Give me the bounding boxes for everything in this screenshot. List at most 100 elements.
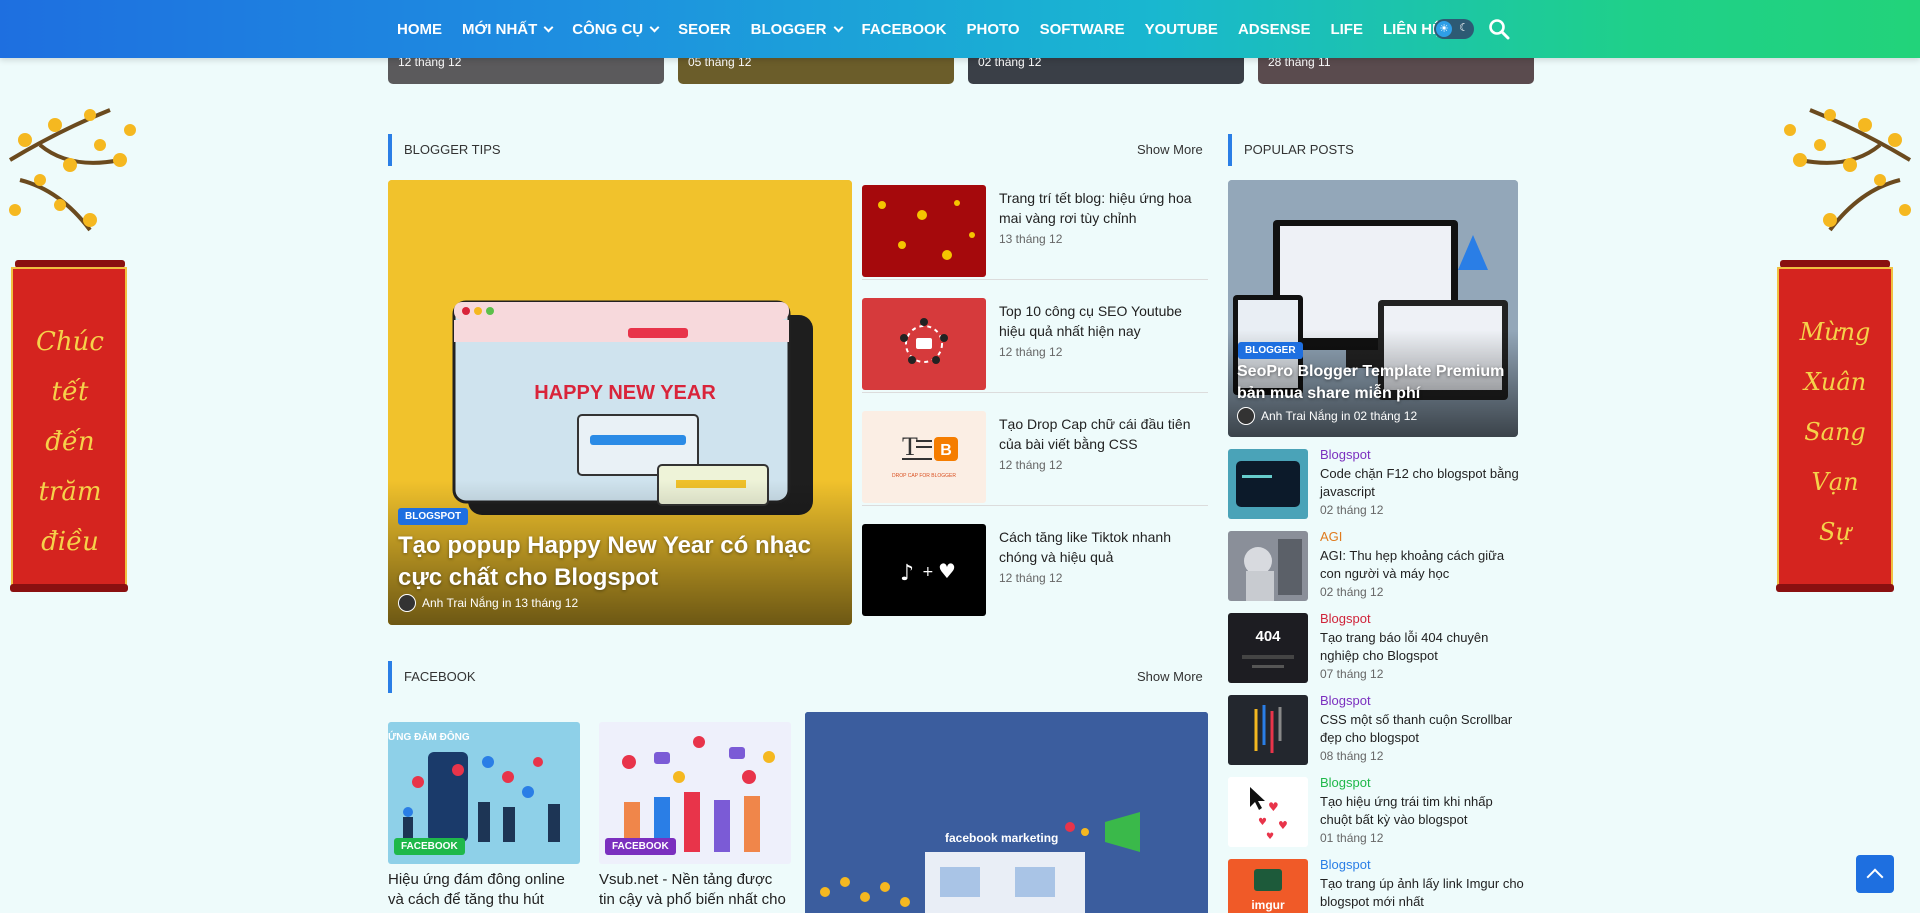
list-item[interactable]: Top 10 công cụ SEO Youtube hiệu quả nhất…	[862, 293, 1208, 393]
post-date: 01 tháng 12	[1320, 831, 1384, 845]
show-more-link[interactable]: Show More	[1137, 669, 1203, 684]
back-to-top-button[interactable]	[1856, 855, 1894, 893]
list-item[interactable]: Trang trí tết blog: hiệu ứng hoa mai vàn…	[862, 180, 1208, 280]
left-tet-banner: Chúc tết đến trăm điều	[8, 108, 136, 592]
section-heading: BLOGGER TIPS	[404, 142, 501, 157]
nav-software[interactable]: SOFTWARE	[1040, 21, 1125, 38]
post-category[interactable]: AGI	[1320, 529, 1342, 544]
theme-toggle[interactable]: ☀ ☾	[1434, 19, 1474, 39]
popular-item[interactable]: AGI AGI: Thu hẹp khoảng cách giữa con ng…	[1228, 529, 1528, 609]
post-in-label: in	[1341, 409, 1351, 423]
post-title[interactable]: CSS một số thanh cuộn Scrollbar đẹp cho …	[1320, 711, 1525, 747]
category-badge[interactable]: FACEBOOK	[394, 838, 465, 855]
svg-text:điều: điều	[41, 527, 99, 557]
category-badge[interactable]: FACEBOOK	[605, 838, 676, 855]
svg-text:trăm: trăm	[38, 477, 101, 507]
post-category[interactable]: Blogspot	[1320, 447, 1371, 462]
post-thumbnail	[1228, 695, 1308, 765]
featured-post-card[interactable]: HAPPY NEW YEAR BLOGSPOT Tạo popup Happy …	[388, 180, 852, 625]
post-title[interactable]: Top 10 công cụ SEO Youtube hiệu quả nhất…	[999, 301, 1209, 341]
nav-photo[interactable]: PHOTO	[967, 21, 1020, 38]
post-date: 07 tháng 12	[1320, 667, 1384, 681]
post-thumbnail	[862, 185, 986, 277]
post-title[interactable]: Tạo trang úp ảnh lấy link Imgur cho blog…	[1320, 875, 1525, 911]
nav-label: HOME	[397, 20, 442, 38]
top-navbar: HOME MỚI NHẤT CÔNG CỤ SEOER BLOGGER FACE…	[0, 0, 1920, 58]
post-thumbnail	[862, 298, 986, 390]
post-title[interactable]: Cách tăng like Tiktok nhanh chóng và hiệ…	[999, 527, 1209, 567]
popular-item[interactable]: 404 Blogspot Tạo trang báo lỗi 404 chuyê…	[1228, 611, 1528, 691]
list-item[interactable]: T B DROP CAP FOR BLOGGER Tạo Drop Cap chữ …	[862, 406, 1208, 506]
svg-text:B: B	[940, 442, 952, 459]
popular-featured-title[interactable]: SeoPro Blogger Template Premium bản mua …	[1237, 361, 1512, 405]
category-badge[interactable]: BLOGGER	[1238, 342, 1303, 359]
nav-facebook[interactable]: FACEBOOK	[862, 21, 947, 38]
svg-text:Mừng: Mừng	[1799, 318, 1871, 346]
post-date: 13 tháng 12	[999, 232, 1063, 246]
popular-item[interactable]: imgur Blogspot Tạo trang úp ảnh lấy link…	[1228, 857, 1528, 913]
nav-youtube[interactable]: YOUTUBE	[1145, 21, 1218, 38]
post-meta: Anh Trai Nắng in 02 tháng 12	[1237, 407, 1417, 425]
nav-life[interactable]: LIFE	[1330, 21, 1363, 38]
featured-post-title[interactable]: Tạo popup Happy New Year có nhạc cực chấ…	[398, 530, 838, 594]
post-date: 12 tháng 12	[999, 571, 1063, 585]
apricot-blossom-icon	[8, 108, 136, 232]
nav-adsense[interactable]: ADSENSE	[1238, 21, 1311, 38]
svg-text:♥: ♥	[938, 559, 956, 583]
featured-image-text: HAPPY NEW YEAR	[534, 382, 716, 404]
nav-moi-nhat[interactable]: MỚI NHẤT	[462, 21, 554, 38]
section-title-popular-posts: POPULAR POSTS	[1228, 134, 1354, 166]
nav-label: ADSENSE	[1237, 20, 1311, 38]
post-category[interactable]: Blogspot	[1320, 693, 1371, 708]
post-title[interactable]: Hiệu ứng đám đông online và cách để tăng…	[388, 870, 580, 910]
post-title[interactable]: AGI: Thu hẹp khoảng cách giữa con người …	[1320, 547, 1525, 583]
svg-text:T: T	[902, 432, 918, 461]
post-thumbnail: ỨNG ĐÁM ĐÔNG FACEBOOK	[388, 722, 580, 864]
post-date: 02 tháng 12	[1320, 503, 1384, 517]
nav-seoer[interactable]: SEOER	[678, 21, 731, 38]
thumbnail-caption: DROP CAP FOR BLOGGER	[892, 473, 956, 479]
nav-blogger[interactable]: BLOGGER	[750, 20, 843, 38]
nav-home[interactable]: HOME	[397, 21, 442, 38]
section-heading: FACEBOOK	[404, 669, 476, 684]
post-thumbnail: imgur	[1228, 859, 1308, 913]
post-meta: Anh Trai Nắng in 13 tháng 12	[398, 594, 578, 612]
post-category[interactable]: Blogspot	[1320, 775, 1371, 790]
popular-item[interactable]: ♥ ♥ ♥ ♥ Blogspot Tạo hiệu ứng trái tim khi …	[1228, 775, 1528, 855]
post-thumbnail: ♥♥ ♥♥	[1228, 777, 1308, 847]
show-more-link[interactable]: Show More	[1137, 142, 1203, 157]
post-title[interactable]: Tạo Drop Cap chữ cái đầu tiên của bài vi…	[999, 414, 1209, 454]
nav-label: BLOGGER	[750, 20, 827, 38]
post-category[interactable]: Blogspot	[1320, 611, 1371, 626]
list-item[interactable]: ♪ + ♥ Cách tăng like Tiktok nhanh chóng và…	[862, 519, 1208, 619]
post-title[interactable]: Tạo hiệu ứng trái tim khi nhấp chuột bất…	[1320, 793, 1525, 829]
post-author[interactable]: Anh Trai Nắng	[1261, 409, 1338, 423]
facebook-post-card[interactable]: ỨNG ĐÁM ĐÔNG FACEBOOK Hiệu ứng đám đông …	[388, 722, 580, 910]
nav-label: FACEBOOK	[861, 20, 947, 38]
facebook-featured-card[interactable]: facebook marketing	[805, 712, 1208, 913]
post-category[interactable]: Blogspot	[1320, 857, 1371, 872]
popular-featured-card[interactable]: BLOGGER SeoPro Blogger Template Premium …	[1228, 180, 1518, 437]
svg-text:♥: ♥	[1258, 817, 1267, 828]
right-tet-banner: Mừng Xuân Sang Vạn Sự	[1776, 108, 1912, 592]
post-title[interactable]: Trang trí tết blog: hiệu ứng hoa mai vàn…	[999, 188, 1209, 228]
nav-label: PHOTO	[966, 20, 1020, 38]
post-title[interactable]: Vsub.net - Nền tảng được tin cậy và phổ …	[599, 870, 791, 910]
search-icon[interactable]	[1488, 18, 1510, 40]
moon-icon: ☾	[1459, 22, 1469, 34]
popular-item[interactable]: Blogspot CSS một số thanh cuộn Scrollbar…	[1228, 693, 1528, 773]
svg-text:Chúc: Chúc	[36, 327, 104, 357]
main-nav: HOME MỚI NHẤT CÔNG CỤ SEOER BLOGGER FACE…	[397, 0, 1462, 58]
nav-cong-cu[interactable]: CÔNG CỤ	[572, 21, 660, 38]
avatar	[1237, 407, 1255, 425]
svg-text:Vạn: Vạn	[1811, 468, 1858, 496]
post-date: 08 tháng 12	[1320, 749, 1384, 763]
thumbnail-caption: imgur	[1251, 898, 1285, 912]
facebook-post-card[interactable]: FACEBOOK Vsub.net - Nền tảng được tin cậ…	[599, 722, 791, 910]
svg-text:♪: ♪	[900, 561, 914, 586]
post-title[interactable]: Code chặn F12 cho blogspot bằng javascri…	[1320, 465, 1525, 501]
category-badge[interactable]: BLOGSPOT	[398, 508, 469, 525]
post-title[interactable]: Tạo trang báo lỗi 404 chuyên nghiệp cho …	[1320, 629, 1525, 665]
post-author[interactable]: Anh Trai Nắng	[422, 596, 499, 610]
popular-item[interactable]: Blogspot Code chặn F12 cho blogspot bằng…	[1228, 447, 1528, 527]
